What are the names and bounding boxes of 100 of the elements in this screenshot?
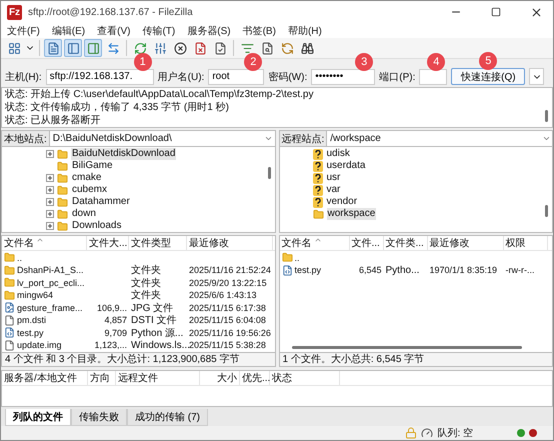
quickconnect-button[interactable]: 快速连接(Q): [451, 68, 526, 86]
tree-item[interactable]: Datahammer: [71, 196, 131, 208]
expand-icon[interactable]: [46, 186, 54, 194]
tab[interactable]: 列队的文件: [5, 408, 71, 426]
script-file-icon: [4, 327, 15, 338]
file-name[interactable]: DshanPi-A1_S...: [17, 265, 84, 276]
menu-item[interactable]: 编辑(E): [52, 24, 86, 38]
file-name[interactable]: gesture_frame...: [17, 302, 83, 313]
tree-item[interactable]: userdata: [326, 160, 366, 172]
tree-item[interactable]: cmake: [71, 172, 102, 184]
maximize-icon: [491, 7, 501, 17]
grid-icon: [8, 42, 20, 55]
lock-icon: [405, 427, 418, 439]
column-header[interactable]: 文件名: [280, 236, 350, 250]
menu-item[interactable]: 文件(F): [7, 24, 40, 38]
file-name[interactable]: test.py: [17, 328, 44, 338]
column-header[interactable]: 远程文件: [116, 371, 200, 386]
table-cell-text: 4,857: [103, 315, 128, 326]
tab[interactable]: 传输失败: [71, 408, 127, 426]
refresh-icon: [134, 42, 146, 55]
column-header[interactable]: 文件大...: [87, 236, 129, 250]
column-header[interactable]: 服务器/本地文件: [2, 371, 88, 386]
expand-icon[interactable]: [46, 150, 54, 158]
expand-icon[interactable]: [46, 174, 54, 182]
menu-item[interactable]: 查看(V): [97, 24, 130, 38]
file-icon: [4, 340, 15, 351]
table-cell-text: 文件夹: [130, 276, 162, 290]
file-name[interactable]: lv_port_pc_ecli...: [17, 278, 85, 288]
scrollbar[interactable]: [268, 167, 270, 180]
folder-icon: [282, 252, 292, 264]
column-header[interactable]: 最近修改: [428, 236, 504, 250]
tree-item[interactable]: Downloads: [71, 220, 122, 232]
file-icon: [4, 314, 15, 326]
tree-item[interactable]: BiliGame: [71, 160, 114, 172]
file-name[interactable]: pm.dsti: [17, 315, 46, 326]
username-field[interactable]: root: [208, 68, 264, 85]
table-cell-text: 文件夹: [130, 288, 162, 302]
column-header[interactable]: 最近修改: [187, 236, 273, 250]
table-cell-text: 2025/11/16 19:56:26: [188, 328, 272, 338]
disconnect-icon: [194, 42, 206, 55]
scrollbar[interactable]: [545, 110, 548, 122]
tree-item[interactable]: BaiduNetdiskDownload: [71, 148, 176, 160]
menu-item[interactable]: 书签(B): [242, 24, 276, 38]
port-field[interactable]: [419, 68, 448, 85]
folder-icon: [57, 148, 68, 160]
tree-item[interactable]: workspace: [326, 208, 376, 220]
menu-item[interactable]: 帮助(H): [288, 24, 322, 38]
port-label: 端口(P):: [379, 70, 416, 84]
column-header[interactable]: 权限: [504, 236, 548, 250]
left-panel-button[interactable]: [64, 39, 82, 58]
password-label: 密码(W):: [268, 70, 308, 84]
column-header[interactable]: 大小: [200, 371, 240, 386]
password-field[interactable]: ••••••••: [311, 68, 376, 85]
folder-icon: [57, 220, 68, 232]
table-cell-text: 文件夹: [130, 264, 162, 278]
tree-item[interactable]: usr: [326, 172, 342, 184]
site-label: 远程站点:: [280, 131, 328, 146]
table-cell-text: 2025/11/15 6:17:38: [188, 302, 267, 313]
expand-icon[interactable]: [46, 210, 54, 218]
column-header[interactable]: 文件...: [350, 236, 384, 250]
filter-icon: [240, 42, 254, 55]
left-panel-icon: [66, 42, 80, 55]
tree-item[interactable]: udisk: [326, 148, 351, 160]
column-header[interactable]: 方向: [88, 371, 116, 386]
path-field[interactable]: 本地站点: D:\BaiduNetdiskDownload\: [1, 130, 276, 148]
column-header[interactable]: 状态: [270, 371, 340, 386]
column-header[interactable]: 文件类型: [129, 236, 187, 250]
column-header[interactable]: 文件名: [2, 236, 87, 250]
file-name[interactable]: mingw64: [17, 290, 54, 300]
host-field[interactable]: sftp://192.168.137.: [46, 68, 154, 85]
tree-item[interactable]: cubemx: [71, 184, 108, 196]
path-field[interactable]: 远程站点: /workspace: [278, 130, 553, 148]
file-name[interactable]: ..: [294, 252, 300, 263]
right-panel-button[interactable]: [84, 39, 102, 58]
file-name[interactable]: test.py: [294, 265, 322, 276]
table-cell-text: 1,123,...: [93, 340, 128, 350]
status-text: 4 个文件 和 3 个目录。大小总计: 1,123,900,685 字节: [1, 353, 276, 368]
file-name[interactable]: ..: [17, 252, 22, 263]
site-label: 本地站点:: [2, 131, 50, 146]
menu-item[interactable]: 服务器(S): [187, 24, 231, 38]
scrollbar[interactable]: [292, 346, 522, 350]
scrollbar[interactable]: [545, 205, 548, 218]
column-header[interactable]: 优先...: [240, 371, 270, 386]
folder-icon: [57, 172, 68, 184]
tab[interactable]: 成功的传输 (7): [127, 408, 208, 426]
expand-icon[interactable]: [46, 198, 54, 206]
tree-item[interactable]: vendor: [326, 196, 358, 208]
search-icon: [300, 42, 314, 55]
log-button[interactable]: [44, 39, 62, 58]
table-cell-text: 1970/1/1 8:35:19: [428, 265, 498, 276]
menu-item[interactable]: 传输(T): [142, 24, 176, 38]
host-label: 主机(H):: [5, 70, 42, 84]
column-header[interactable]: 文件类...: [384, 236, 428, 250]
app-logo: Fz: [7, 4, 22, 20]
tree-item[interactable]: down: [71, 208, 97, 220]
tree-item[interactable]: var: [326, 184, 342, 196]
expand-icon[interactable]: [46, 222, 54, 230]
status-text: 1 个文件。大小总共: 6,545 字节: [278, 353, 553, 368]
file-name[interactable]: update.img: [17, 340, 62, 350]
table-cell-text: 2025/11/16 21:52:24: [188, 265, 272, 276]
